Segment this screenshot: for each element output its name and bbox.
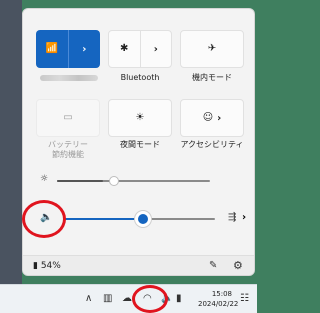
chevron-up-icon[interactable]: ∧ — [85, 293, 92, 304]
chevron-right-icon: › — [217, 112, 222, 124]
speaker-icon[interactable]: 🔈 — [40, 212, 52, 223]
volume-thumb[interactable] — [138, 214, 148, 224]
airplane-mode-label: 機内モード — [192, 73, 232, 82]
quick-settings-panel: 📶 › ✱ › Bluetooth ✈ 機内モード ▭ バッテリー 節約機能 ☀… — [22, 8, 255, 276]
battery-status[interactable]: ▮ 54% — [33, 261, 61, 271]
battery-icon: ▮ — [33, 261, 38, 271]
volume-fill — [63, 218, 144, 220]
night-light-label: 夜間モード — [120, 140, 160, 149]
brightness-thumb[interactable] — [109, 176, 119, 186]
pencil-icon[interactable]: ✎ — [209, 260, 217, 271]
brightness-icon: ☼ — [40, 174, 49, 184]
battery-saver-tile[interactable]: ▭ — [36, 99, 100, 137]
bluetooth-toggle[interactable]: ✱ — [109, 31, 141, 67]
quick-settings-footer: ▮ 54% ✎ ⚙ — [23, 255, 254, 275]
audio-output-icon[interactable]: ⇶ — [228, 212, 236, 223]
chevron-right-icon: › — [153, 43, 158, 55]
wifi-tile[interactable]: 📶 › — [36, 30, 100, 68]
desktop-background — [0, 0, 22, 313]
notification-icon[interactable]: ☷ — [240, 293, 249, 304]
wifi-icon[interactable]: ◠ — [143, 293, 152, 304]
gear-icon[interactable]: ⚙ — [233, 259, 243, 272]
bluetooth-label: Bluetooth — [120, 73, 160, 82]
airplane-icon: ✈ — [207, 43, 217, 54]
brightness-fill — [57, 180, 103, 182]
chevron-right-icon: › — [82, 43, 87, 55]
bluetooth-tile[interactable]: ✱ › — [108, 30, 172, 68]
volume-slider[interactable]: 🔈 ⇶ › — [23, 209, 254, 229]
battery-saver-icon: ▭ — [63, 112, 73, 123]
battery-saver-label: バッテリー 節約機能 — [48, 140, 88, 159]
clock-date: 2024/02/22 — [198, 300, 239, 308]
speaker-icon[interactable]: 🔈 — [161, 293, 173, 304]
chevron-right-icon[interactable]: › — [242, 212, 246, 223]
clock[interactable]: 15:08 2024/02/22 — [198, 289, 239, 309]
accessibility-tile[interactable]: ☺ › — [180, 99, 244, 137]
wifi-icon: 📶 — [45, 43, 58, 54]
airplane-mode-tile[interactable]: ✈ — [180, 30, 244, 68]
wifi-toggle[interactable]: 📶 — [36, 30, 69, 68]
bluetooth-icon: ✱ — [120, 43, 129, 54]
night-light-icon: ☀ — [135, 112, 145, 123]
battery-icon[interactable]: ▮ — [176, 293, 182, 304]
wifi-network-name — [40, 75, 98, 81]
accessibility-icon: ☺ — [202, 112, 214, 123]
wifi-expand-button[interactable]: › — [69, 30, 101, 68]
cloud-icon[interactable]: ☁ — [122, 293, 132, 304]
clock-time: 15:08 — [211, 290, 232, 298]
tablet-icon[interactable]: ▥ — [103, 293, 112, 304]
night-light-tile[interactable]: ☀ — [108, 99, 172, 137]
battery-percent: 54% — [40, 261, 61, 271]
taskbar: ∧ ▥ ☁ ◠ 🔈 ▮ 15:08 2024/02/22 ☷ — [0, 284, 257, 313]
bluetooth-expand-button[interactable]: › — [141, 31, 172, 67]
accessibility-label: アクセシビリティ — [180, 140, 244, 149]
brightness-slider[interactable]: ☼ — [23, 171, 254, 191]
